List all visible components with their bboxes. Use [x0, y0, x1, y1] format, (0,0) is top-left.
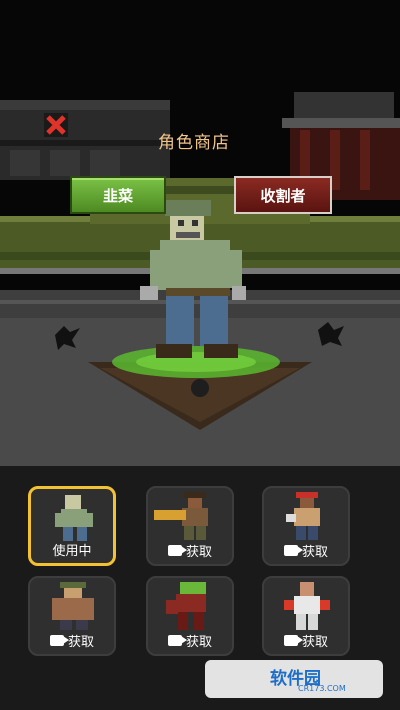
- character-slot-mutant[interactable]: 获取: [146, 576, 234, 656]
- close-button[interactable]: [44, 113, 68, 137]
- video-ad-icon: [283, 635, 303, 646]
- character-slot-fat-man[interactable]: 获取: [28, 576, 116, 656]
- watermark-subtext: CR173.COM: [298, 684, 346, 693]
- character-slot-boxer[interactable]: 获取: [262, 576, 350, 656]
- video-ad-icon: [167, 545, 187, 556]
- page-title: 角色商店: [158, 133, 230, 153]
- slot-label-text: 获取: [67, 635, 94, 650]
- get-button[interactable]: 获取: [264, 631, 348, 650]
- character-shop-screen: 角色商店 韭菜 收割者 使用中 获取 获取 获取 获取 获取 软件园 CR173…: [0, 0, 400, 710]
- slot-label-text: 获取: [185, 635, 212, 650]
- character-slot-zombie[interactable]: 使用中: [28, 486, 116, 566]
- slot-label-text: 获取: [301, 635, 328, 650]
- close-icon: [44, 113, 68, 137]
- tab-leek[interactable]: 韭菜: [70, 176, 166, 214]
- video-ad-icon: [167, 635, 187, 646]
- slot-label-text: 获取: [301, 545, 328, 560]
- tab-reaper[interactable]: 收割者: [234, 176, 332, 214]
- slot-label-text: 使用中: [52, 544, 92, 559]
- get-button[interactable]: 获取: [148, 631, 232, 650]
- video-ad-icon: [283, 545, 303, 556]
- get-button[interactable]: 获取: [30, 631, 114, 650]
- slot-status-label: 使用中: [31, 540, 113, 559]
- character-slot-cap-brawler[interactable]: 获取: [262, 486, 350, 566]
- get-button[interactable]: 获取: [264, 541, 348, 560]
- game-scene-background: [0, 0, 400, 466]
- get-button[interactable]: 获取: [148, 541, 232, 560]
- video-ad-icon: [49, 635, 69, 646]
- character-slot-gunner[interactable]: 获取: [146, 486, 234, 566]
- slot-label-text: 获取: [185, 545, 212, 560]
